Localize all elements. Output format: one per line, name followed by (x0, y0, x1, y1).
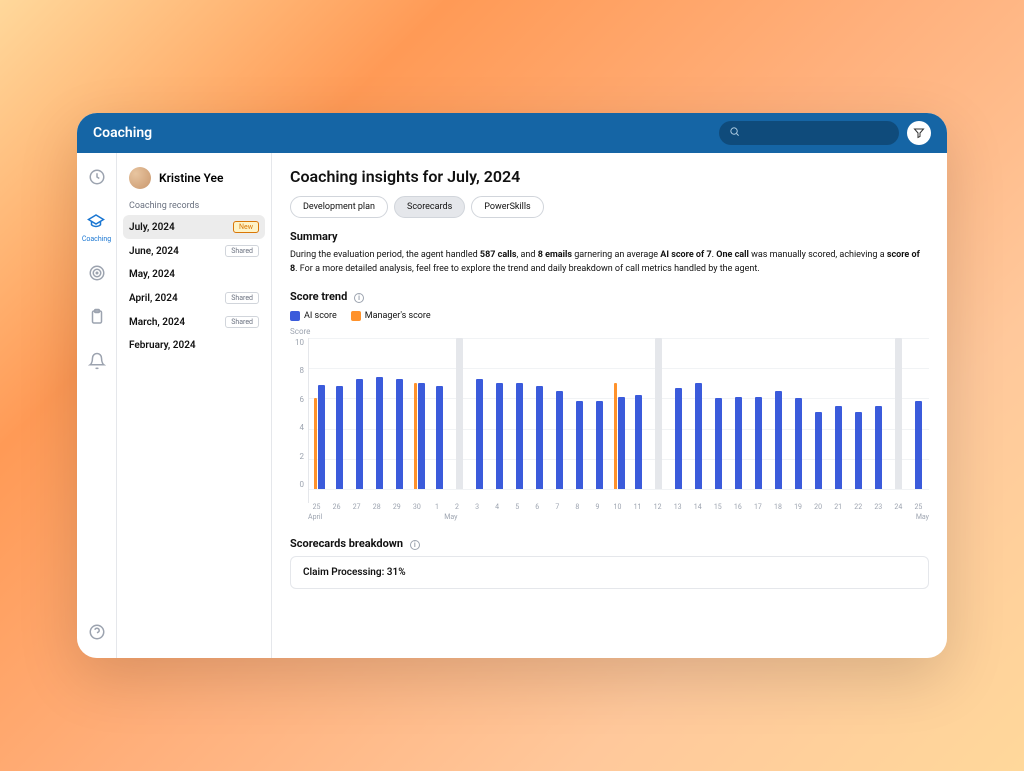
rail-clipboard[interactable] (83, 303, 111, 331)
records-label: Coaching records (117, 197, 271, 215)
coaching-icon (87, 212, 105, 230)
search-icon (729, 126, 740, 140)
legend-manager: Manager's score (351, 311, 431, 321)
bar-group[interactable] (371, 338, 388, 489)
bar-group[interactable] (710, 338, 727, 489)
target-icon (88, 264, 106, 282)
bar-group[interactable] (910, 338, 927, 489)
bar-group[interactable] (631, 338, 648, 489)
badge: Shared (225, 245, 259, 257)
bar-group[interactable] (870, 338, 887, 489)
bar-group[interactable] (491, 338, 508, 489)
bar-group[interactable] (511, 338, 528, 489)
summary-title: Summary (290, 230, 929, 243)
month-row: April May May (290, 513, 929, 521)
bar-group[interactable] (411, 338, 428, 489)
bar-group[interactable] (690, 338, 707, 489)
page-title: Coaching insights for July, 2024 (290, 167, 929, 186)
clock-icon (88, 168, 106, 186)
help-icon (88, 623, 106, 641)
bar-group[interactable] (351, 338, 368, 489)
bar-group[interactable] (531, 338, 548, 489)
swatch-blue (290, 311, 300, 321)
info-icon[interactable]: i (354, 293, 364, 303)
user-row[interactable]: Kristine Yee (117, 163, 271, 197)
bar-group[interactable] (551, 338, 568, 489)
app-window: Coaching Coaching (77, 113, 947, 658)
bell-icon (88, 352, 106, 370)
bar-group[interactable] (451, 338, 468, 489)
badge: Shared (225, 316, 259, 328)
app-title: Coaching (93, 125, 152, 141)
badge: New (233, 221, 259, 233)
breakdown-card[interactable]: Claim Processing: 31% (290, 556, 929, 589)
bar-group[interactable] (311, 338, 328, 489)
bar-group[interactable] (670, 338, 687, 489)
bars (309, 338, 929, 489)
summary-text: During the evaluation period, the agent … (290, 249, 929, 276)
user-name: Kristine Yee (159, 171, 223, 185)
bar-group[interactable] (890, 338, 907, 489)
record-item[interactable]: May, 2024 (117, 263, 271, 286)
record-item[interactable]: July, 2024New (123, 215, 265, 239)
y-axis: 1086420 (290, 338, 308, 503)
info-icon[interactable]: i (410, 540, 420, 550)
record-item[interactable]: April, 2024Shared (117, 286, 271, 310)
filter-button[interactable] (907, 121, 931, 145)
bar-group[interactable] (431, 338, 448, 489)
bar-group[interactable] (611, 338, 628, 489)
record-item[interactable]: February, 2024 (117, 334, 271, 357)
bar-group[interactable] (591, 338, 608, 489)
rail-coaching[interactable]: Coaching (82, 207, 111, 243)
bar-group[interactable] (770, 338, 787, 489)
filter-icon (913, 127, 925, 139)
clipboard-icon (88, 308, 106, 326)
topbar: Coaching (77, 113, 947, 153)
chart-legend: AI score Manager's score (290, 311, 929, 321)
bar-group[interactable] (730, 338, 747, 489)
chart: Score 1086420 25262728293012345678910111… (290, 327, 929, 521)
body: Coaching Kristine Yee Coaching records J… (77, 153, 947, 658)
bar-group[interactable] (810, 338, 827, 489)
main-panel: Coaching insights for July, 2024 Develop… (272, 153, 947, 658)
bar-group[interactable] (331, 338, 348, 489)
record-item[interactable]: June, 2024Shared (117, 239, 271, 263)
tab-powerskills[interactable]: PowerSkills (471, 196, 543, 218)
tab-scorecards[interactable]: Scorecards (394, 196, 465, 218)
y-axis-label: Score (290, 327, 929, 336)
x-axis: 2526272829301234567891011121314151617181… (290, 503, 929, 511)
nav-rail: Coaching (77, 153, 117, 658)
tabs: Development plan Scorecards PowerSkills (290, 196, 929, 218)
bar-group[interactable] (850, 338, 867, 489)
sidebar: Kristine Yee Coaching records July, 2024… (117, 153, 272, 658)
plot-area (308, 338, 929, 503)
bar-group[interactable] (650, 338, 667, 489)
records-list: July, 2024NewJune, 2024SharedMay, 2024Ap… (117, 215, 271, 357)
bar-group[interactable] (471, 338, 488, 489)
rail-bell[interactable] (83, 347, 111, 375)
rail-help[interactable] (83, 618, 111, 646)
avatar (129, 167, 151, 189)
bar-group[interactable] (571, 338, 588, 489)
rail-clock[interactable] (83, 163, 111, 191)
badge: Shared (225, 292, 259, 304)
bar-group[interactable] (790, 338, 807, 489)
bar-group[interactable] (391, 338, 408, 489)
breakdown-title: Scorecards breakdown i (290, 537, 929, 550)
record-item[interactable]: March, 2024Shared (117, 310, 271, 334)
bar-group[interactable] (830, 338, 847, 489)
tab-development-plan[interactable]: Development plan (290, 196, 388, 218)
bar-group[interactable] (750, 338, 767, 489)
score-trend-title: Score trend i (290, 290, 929, 303)
swatch-orange (351, 311, 361, 321)
legend-ai: AI score (290, 311, 337, 321)
search-input[interactable] (719, 121, 899, 145)
rail-target[interactable] (83, 259, 111, 287)
